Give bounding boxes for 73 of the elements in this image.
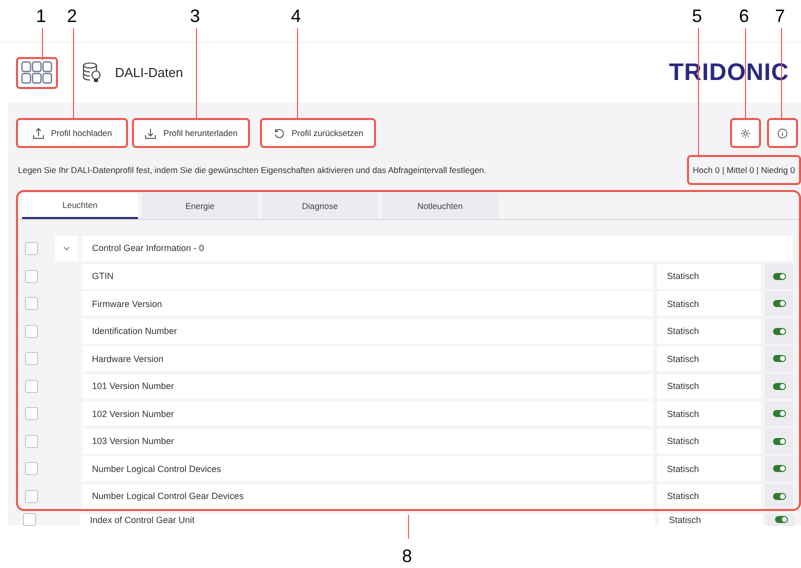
- name-cell: Hardware Version: [82, 346, 653, 371]
- name-cell: Index of Control Gear Unit: [80, 514, 655, 526]
- type-cell: Statisch: [657, 401, 761, 426]
- type-cell: Statisch: [657, 428, 761, 454]
- info-button[interactable]: [767, 118, 798, 148]
- callout-number: 5: [692, 6, 702, 26]
- toggle-switch[interactable]: [772, 355, 786, 362]
- name-cell: Number Logical Control Gear Devices: [82, 484, 653, 508]
- checkbox[interactable]: [25, 270, 38, 282]
- checkbox[interactable]: [25, 380, 38, 392]
- callout-number: 4: [291, 6, 302, 26]
- name-cell: 103 Version Number: [82, 428, 653, 454]
- toggle-switch[interactable]: [772, 272, 786, 280]
- page-title: DALI-Daten: [115, 64, 183, 82]
- type-cell: Statisch: [657, 318, 761, 344]
- database-bulb-icon: [82, 62, 102, 84]
- name-cell: GTIN: [82, 264, 653, 288]
- callout-number: 2: [67, 6, 78, 26]
- toggle-switch[interactable]: [772, 492, 786, 500]
- type-cell: Statisch: [657, 456, 761, 481]
- name-cell: Identification Number: [82, 318, 653, 344]
- checkbox[interactable]: [25, 434, 38, 448]
- toolbar-button[interactable]: Profil zurücksetzen: [260, 118, 376, 148]
- type-cell: Statisch: [657, 346, 761, 371]
- checkbox[interactable]: [25, 407, 38, 420]
- name-cell: 102 Version Number: [82, 401, 653, 426]
- toolbar-button[interactable]: Profil herunterladen: [132, 118, 250, 148]
- callout-number: 3: [190, 6, 200, 26]
- upload-icon: [32, 126, 46, 140]
- checkbox[interactable]: [25, 352, 38, 365]
- tab[interactable]: Diagnose: [262, 193, 378, 219]
- tab[interactable]: Notleuchten: [382, 193, 498, 219]
- toggle-switch[interactable]: [772, 328, 786, 334]
- checkbox[interactable]: [25, 297, 38, 310]
- info-icon: [777, 128, 788, 138]
- toggle-switch[interactable]: [772, 438, 786, 444]
- toggle-switch[interactable]: [774, 516, 788, 523]
- leader-line: [42, 28, 43, 60]
- description-text: Legen Sie Ihr DALI-Datenprofil fest, indem Sie die gewünschten Eigenschaften aktivieren und das Abfrageintervall festlegen.: [18, 164, 486, 176]
- grid-icon: [21, 61, 53, 85]
- toggle-switch[interactable]: [772, 465, 786, 472]
- settings-button[interactable]: [730, 118, 761, 148]
- reset-icon: [272, 126, 286, 140]
- type-cell: Statisch: [659, 514, 763, 526]
- callout-number: 6: [739, 6, 750, 26]
- checkbox[interactable]: [25, 242, 38, 255]
- toolbar-button[interactable]: Profil hochladen: [16, 118, 128, 148]
- checkbox[interactable]: [25, 324, 38, 338]
- tab[interactable]: Energie: [142, 193, 258, 219]
- toggle-switch[interactable]: [772, 382, 786, 390]
- leader-line: [408, 515, 409, 539]
- toggle-switch[interactable]: [772, 300, 786, 307]
- app-grid-button[interactable]: [16, 57, 58, 89]
- checkbox[interactable]: [25, 490, 38, 502]
- name-cell: 101 Version Number: [82, 374, 653, 398]
- name-cell: Firmware Version: [82, 291, 653, 316]
- name-cell: Number Logical Control Devices: [82, 456, 653, 481]
- toggle-switch[interactable]: [772, 410, 786, 417]
- checkbox[interactable]: [23, 513, 36, 526]
- callout-number: 1: [36, 6, 46, 26]
- callout-number: 7: [775, 6, 786, 26]
- download-icon: [144, 126, 158, 140]
- callout-number: 8: [402, 546, 412, 566]
- type-cell: Statisch: [657, 291, 761, 316]
- type-cell: Statisch: [657, 374, 761, 398]
- type-cell: Statisch: [657, 264, 761, 288]
- priority-summary: Hoch 0 | Mittel 0 | Niedrig 0: [686, 155, 801, 185]
- checkbox[interactable]: [25, 462, 38, 475]
- chevron-icon: [63, 245, 70, 252]
- tab[interactable]: Leuchten: [22, 193, 138, 219]
- type-cell: Statisch: [657, 484, 761, 508]
- settings-icon: [740, 128, 751, 138]
- group-title: Control Gear Information - 0: [82, 236, 793, 261]
